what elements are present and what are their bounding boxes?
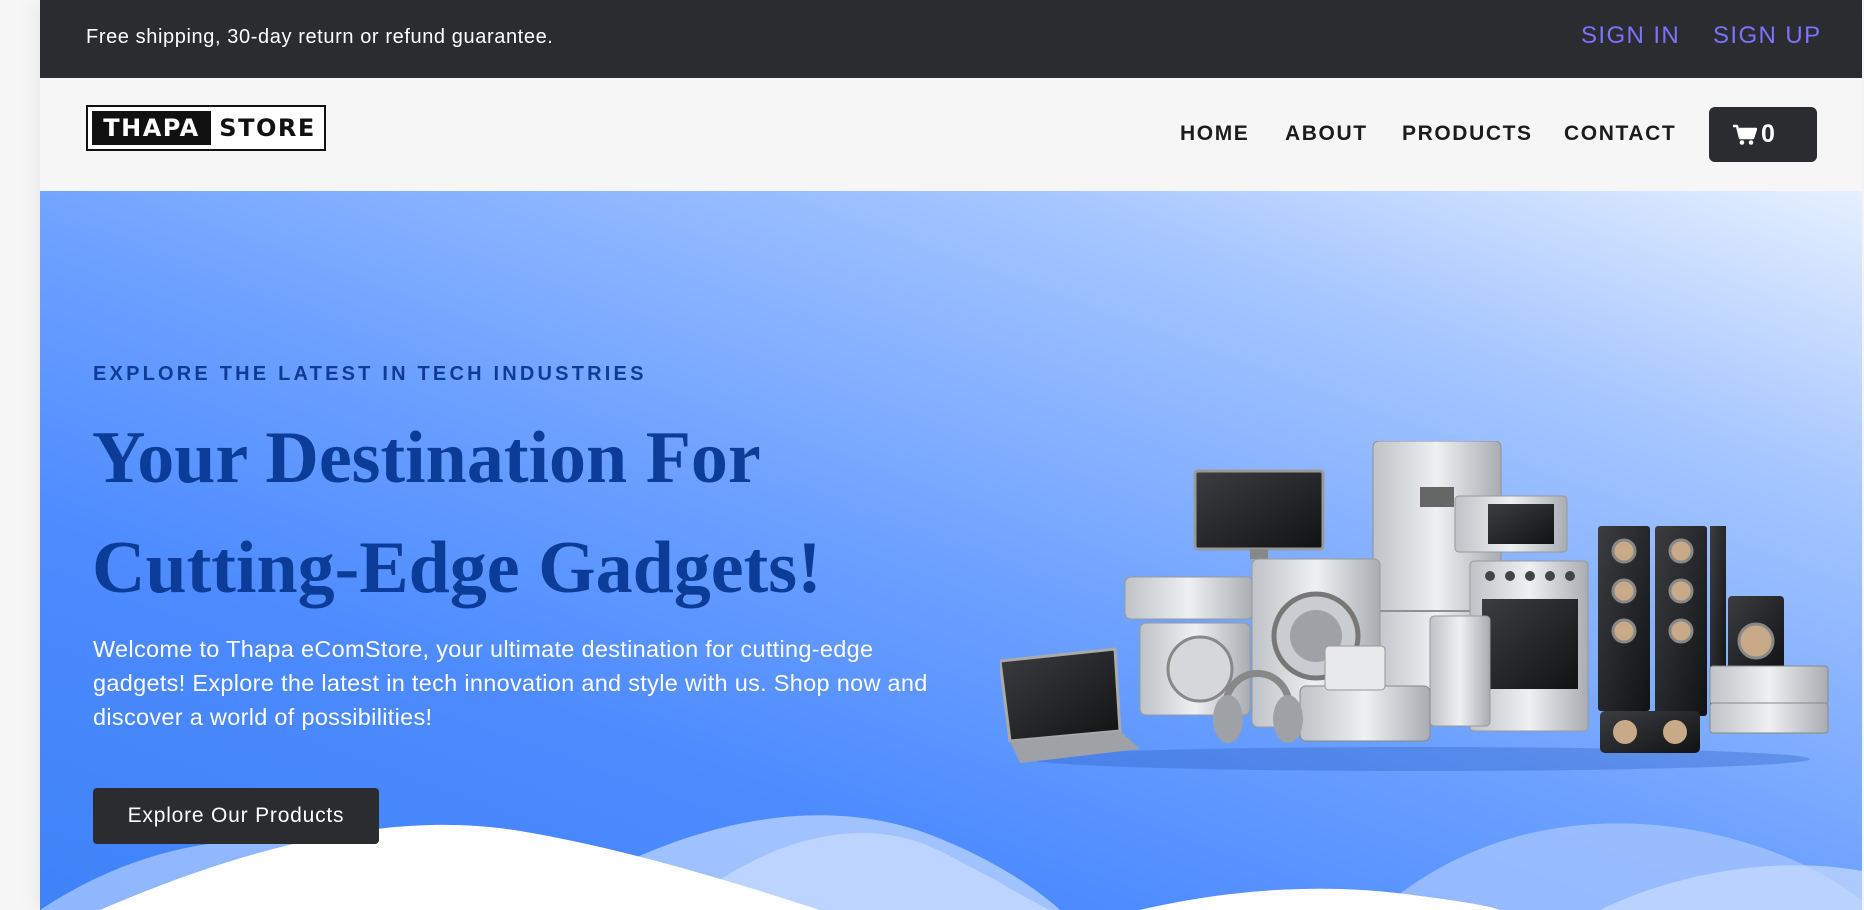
hero-title-line-1: Your Destination For [92,417,761,499]
store-logo[interactable]: THAPA STORE [86,105,326,151]
hero-title-line-2: Cutting-Edge Gadgets! [92,527,822,609]
explore-products-button[interactable]: Explore Our Products [93,788,379,844]
announcement-bar: Free shipping, 30-day return or refund g… [40,0,1862,78]
appliances-image [1000,441,1829,771]
nav-products[interactable]: PRODUCTS [1402,122,1533,146]
nav-home[interactable]: HOME [1180,122,1249,146]
cart-button[interactable]: 0 [1709,107,1817,162]
nav-about[interactable]: ABOUT [1285,122,1368,146]
sign-up-link[interactable]: SIGN UP [1713,22,1821,50]
hero-description: Welcome to Thapa eComStore, your ultimat… [93,636,928,730]
sign-in-link[interactable]: SIGN IN [1581,22,1680,50]
cart-icon [1733,124,1757,145]
page: Free shipping, 30-day return or refund g… [40,0,1862,910]
hero-kicker: EXPLORE THE LATEST IN TECH INDUSTRIES [93,363,647,385]
nav-contact[interactable]: CONTACT [1564,122,1676,146]
site-header: THAPA STORE HOME ABOUT PRODUCTS CONTACT … [40,78,1862,191]
announcement-text: Free shipping, 30-day return or refund g… [86,26,554,48]
cart-count: 0 [1761,120,1775,148]
logo-dark-part: THAPA [92,111,211,145]
hero-section: EXPLORE THE LATEST IN TECH INDUSTRIES Yo… [40,191,1862,910]
hero-title: Your Destination For Cutting-Edge Gadget… [92,403,892,623]
logo-light-part: STORE [219,114,316,142]
